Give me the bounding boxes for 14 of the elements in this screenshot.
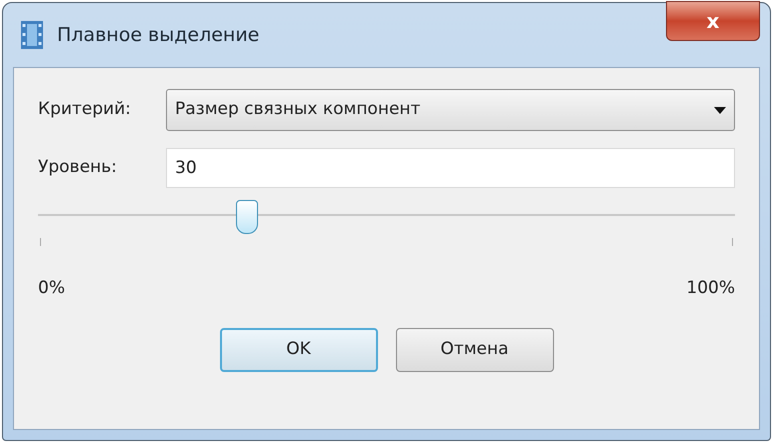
- level-input[interactable]: 30: [166, 148, 735, 188]
- close-button[interactable]: x: [666, 1, 760, 41]
- caret-icon: [714, 106, 726, 114]
- film-icon: [21, 21, 43, 49]
- min-label: 0%: [38, 277, 65, 300]
- criterion-dropdown[interactable]: Размер связных компонент: [166, 89, 735, 131]
- level-slider[interactable]: [38, 198, 735, 232]
- level-label: Уровень:: [38, 156, 118, 180]
- dialog-button[interactable]: OK: [220, 328, 378, 372]
- dialog-button[interactable]: Отмена: [396, 328, 554, 372]
- window-title: Плавное выделение: [57, 22, 260, 48]
- criterion-label: Критерий:: [38, 98, 132, 122]
- max-label: 100%: [686, 277, 735, 300]
- slider-thumb[interactable]: [236, 200, 258, 234]
